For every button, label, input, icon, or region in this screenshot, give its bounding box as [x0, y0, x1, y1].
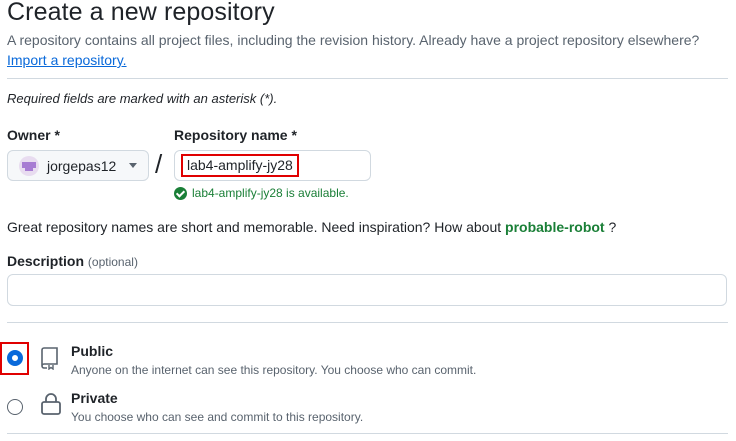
inspiration-suffix: ? — [608, 219, 617, 235]
suggested-name-button[interactable]: probable-robot — [505, 219, 605, 235]
public-title: Public — [71, 343, 114, 359]
check-circle-icon — [174, 186, 187, 200]
page-title: Create a new repository — [7, 0, 275, 26]
owner-repo-separator: / — [155, 149, 163, 179]
inspiration-text: Great repository names are short and mem… — [7, 219, 616, 235]
private-description: You choose who can see and commit to thi… — [71, 410, 364, 424]
avatar — [19, 155, 39, 176]
private-title: Private — [71, 390, 118, 406]
lock-icon — [40, 392, 62, 416]
divider — [7, 78, 728, 79]
optional-tag: (optional) — [87, 255, 138, 269]
page-subtitle: A repository contains all project files,… — [7, 32, 700, 48]
public-description: Anyone on the internet can see this repo… — [71, 363, 477, 377]
public-radio[interactable] — [7, 350, 23, 366]
description-label: Description (optional) — [7, 253, 138, 269]
description-input[interactable] — [7, 274, 727, 306]
chevron-down-icon — [129, 163, 138, 168]
import-repository-link[interactable]: Import a repository. — [7, 52, 127, 68]
owner-select[interactable]: jorgepas12 — [7, 150, 149, 181]
inspiration-prompt: Great repository names are short and mem… — [7, 219, 502, 235]
repo-book-icon — [41, 346, 61, 371]
divider — [7, 322, 728, 323]
owner-name: jorgepas12 — [47, 157, 117, 174]
description-label-text: Description — [7, 253, 85, 269]
divider — [7, 433, 728, 434]
availability-message: lab4-amplify-jy28 is available. — [174, 186, 349, 200]
repository-name-label: Repository name * — [174, 127, 297, 143]
owner-label: Owner * — [7, 127, 60, 143]
required-fields-note: Required fields are marked with an aster… — [7, 91, 278, 106]
repository-name-value: lab4-amplify-jy28 — [181, 154, 299, 177]
private-radio[interactable] — [7, 399, 23, 415]
repository-name-input[interactable]: lab4-amplify-jy28 — [174, 150, 371, 181]
availability-text: lab4-amplify-jy28 is available. — [192, 186, 349, 200]
